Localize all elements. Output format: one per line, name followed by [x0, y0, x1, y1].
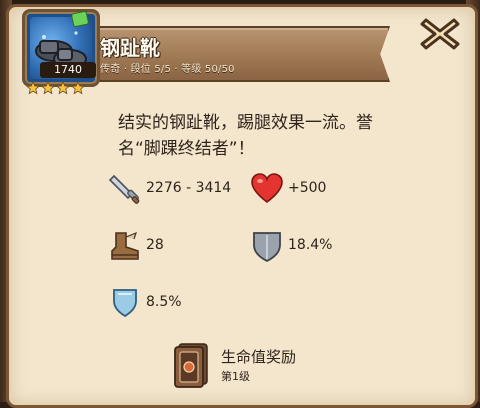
health-value: +500 — [288, 180, 327, 196]
reward-card-icon — [172, 342, 210, 388]
item-subtitle: 传奇 · 段位 5/5 · 等级 50/50 — [100, 64, 235, 75]
item-description: 结实的钢趾靴，踢腿效果一流。誉名“脚踝终结者”！ — [118, 113, 373, 159]
item-name: 钢趾靴 — [100, 36, 160, 60]
star-icon — [25, 81, 41, 95]
attack-value: 2276 - 3414 — [146, 180, 232, 196]
sword-icon — [108, 174, 140, 204]
shield-icon — [253, 232, 281, 263]
small-shield-icon — [113, 289, 137, 318]
armor-value: 18.4% — [288, 237, 333, 253]
heart-icon — [251, 173, 283, 204]
star-icon — [40, 81, 56, 95]
reward-level: 第1级 — [221, 370, 250, 383]
rank-stars — [25, 80, 90, 99]
resistance-value: 8.5% — [146, 294, 182, 310]
item-level-badge: 1740 — [40, 62, 96, 78]
speed-value: 28 — [146, 237, 164, 253]
close-x-icon — [420, 18, 460, 50]
close-button[interactable] — [418, 14, 462, 54]
star-icon — [70, 81, 86, 95]
reward-title: 生命值奖励 — [221, 348, 297, 366]
star-icon — [55, 81, 71, 95]
card-icon — [174, 343, 208, 388]
boot-icon — [111, 231, 139, 260]
